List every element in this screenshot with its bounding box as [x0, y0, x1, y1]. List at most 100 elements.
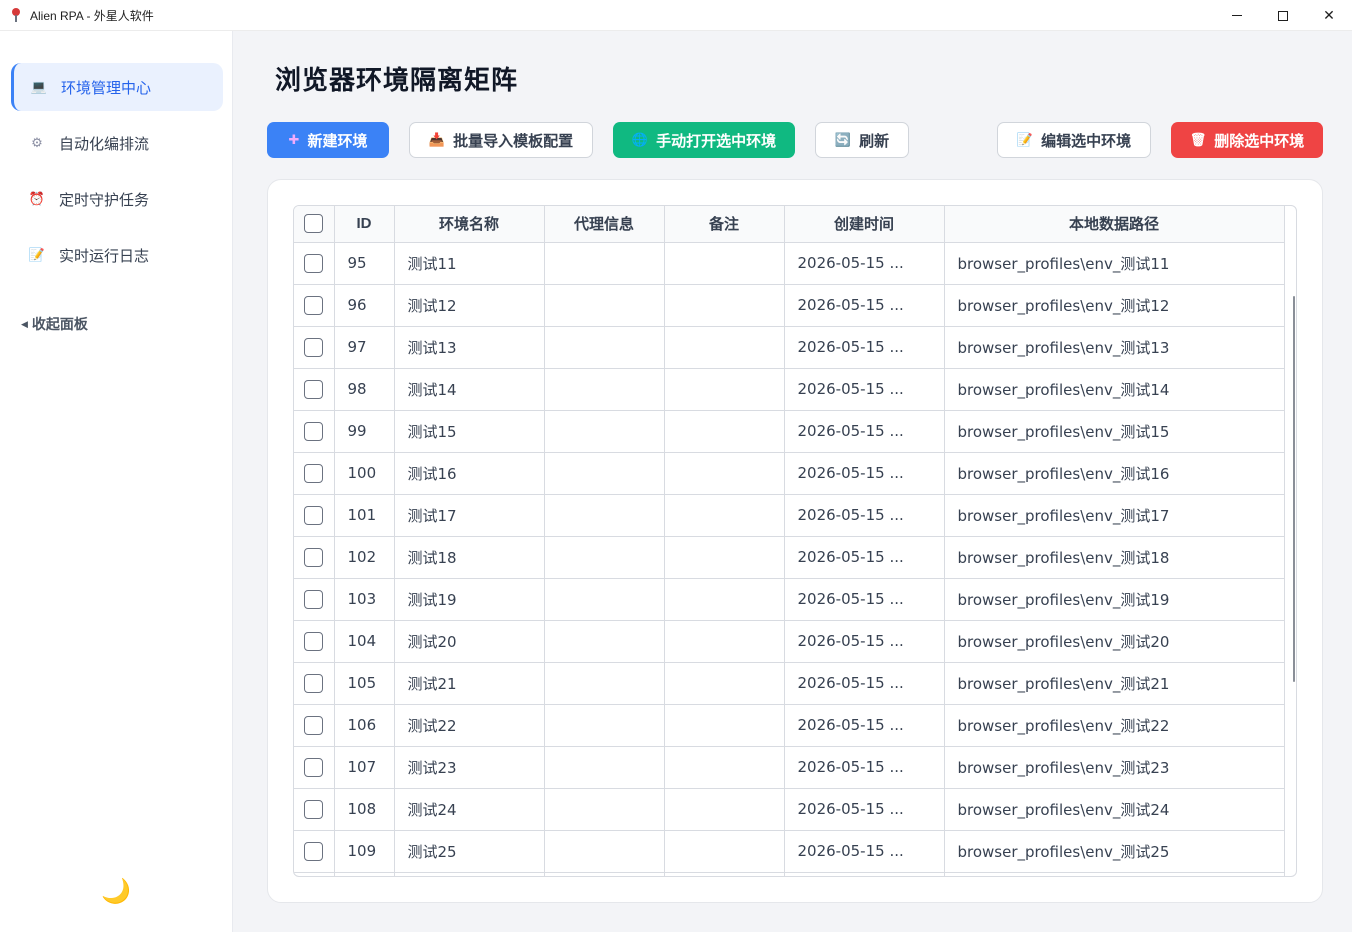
column-header-name[interactable]: 环境名称	[394, 206, 545, 243]
row-select-checkbox[interactable]	[294, 494, 335, 537]
checkbox-box[interactable]	[304, 547, 324, 567]
checkbox-box[interactable]	[304, 673, 324, 693]
close-icon: ✕	[1323, 7, 1335, 23]
cell-name: 测试12	[394, 284, 545, 327]
row-select-checkbox[interactable]	[294, 368, 335, 411]
cell-id: 99	[334, 410, 395, 453]
edit-memo-icon: 📝	[1016, 132, 1034, 147]
row-select-checkbox[interactable]	[294, 242, 335, 285]
bulk-import-button[interactable]: 📥 批量导入模板配置	[409, 122, 593, 158]
table-row[interactable]: 105 测试21 2026-05-15 ... browser_profiles\en…	[294, 662, 1285, 705]
table-row[interactable]: 107 测试23 2026-05-15 ... browser_profiles\en…	[294, 746, 1285, 789]
row-select-checkbox[interactable]	[294, 620, 335, 663]
maximize-button[interactable]	[1260, 0, 1306, 31]
table-row[interactable]: 97 测试13 2026-05-15 ... browser_profiles\env…	[294, 326, 1285, 369]
close-button[interactable]: ✕	[1306, 0, 1352, 31]
row-select-checkbox[interactable]	[294, 578, 335, 621]
checkbox-box[interactable]	[304, 253, 324, 273]
column-header-proxy[interactable]: 代理信息	[544, 206, 665, 243]
cell-name: 测试18	[394, 536, 545, 579]
checkbox-box[interactable]	[304, 421, 324, 441]
column-header-id[interactable]: ID	[334, 206, 395, 243]
cell-name: 测试24	[394, 788, 545, 831]
cell-note	[664, 536, 785, 579]
column-header-path[interactable]: 本地数据路径	[944, 206, 1285, 243]
minimize-button[interactable]	[1214, 0, 1260, 31]
cell-created: 2026-05-15 ...	[784, 746, 945, 789]
column-header-created[interactable]: 创建时间	[784, 206, 945, 243]
table-row[interactable]: 95 测试11 2026-05-15 ... browser_profiles\env…	[294, 242, 1285, 285]
cell-note	[664, 368, 785, 411]
theme-toggle-moon-icon[interactable]: 🌙	[101, 877, 131, 907]
sidebar-item-scheduled-tasks[interactable]: ⏰ 定时守护任务	[11, 175, 223, 223]
cell-id: 98	[334, 368, 395, 411]
row-select-checkbox[interactable]	[294, 662, 335, 705]
row-select-checkbox[interactable]	[294, 704, 335, 747]
table-row[interactable]: 102 测试18 2026-05-15 ... browser_profiles\en…	[294, 536, 1285, 579]
table-scrollbar[interactable]	[1293, 296, 1295, 682]
partial-cell	[544, 872, 665, 876]
column-header-note[interactable]: 备注	[664, 206, 785, 243]
checkbox-box[interactable]	[304, 757, 324, 777]
cell-id: 96	[334, 284, 395, 327]
row-select-checkbox[interactable]	[294, 410, 335, 453]
cell-created: 2026-05-15 ...	[784, 452, 945, 495]
table-row[interactable]: 100 测试16 2026-05-15 ... browser_profiles\en…	[294, 452, 1285, 495]
select-all-checkbox[interactable]	[294, 206, 335, 243]
edit-selected-label: 编辑选中环境	[1041, 132, 1132, 150]
minimize-icon	[1232, 15, 1242, 16]
sidebar-item-runtime-logs[interactable]: 📝 实时运行日志	[11, 231, 223, 279]
alarm-clock-icon: ⏰	[28, 191, 46, 206]
checkbox-box[interactable]	[304, 379, 324, 399]
cell-path: browser_profiles\env_测试25	[944, 830, 1285, 873]
checkbox-box[interactable]	[304, 715, 324, 735]
checkbox-box[interactable]	[304, 337, 324, 357]
checkbox-box[interactable]	[304, 295, 324, 315]
table-row[interactable]: 101 测试17 2026-05-15 ... browser_profiles\en…	[294, 494, 1285, 537]
table-row[interactable]: 98 测试14 2026-05-15 ... browser_profiles\env…	[294, 368, 1285, 411]
cell-created: 2026-05-15 ...	[784, 704, 945, 747]
table-row[interactable]: 106 测试22 2026-05-15 ... browser_profiles\en…	[294, 704, 1285, 747]
checkbox-box[interactable]	[304, 589, 324, 609]
table-header-row: ID 环境名称 代理信息 备注 创建时间 本地数据路径	[294, 206, 1285, 243]
row-select-checkbox[interactable]	[294, 326, 335, 369]
row-select-checkbox[interactable]	[294, 830, 335, 873]
cell-path: browser_profiles\env_测试11	[944, 242, 1285, 285]
row-select-checkbox[interactable]	[294, 788, 335, 831]
checkbox-box[interactable]	[304, 214, 324, 234]
checkbox-box[interactable]	[304, 505, 324, 525]
new-environment-button[interactable]: ✚ 新建环境	[267, 122, 389, 158]
edit-selected-button[interactable]: 📝 编辑选中环境	[997, 122, 1151, 158]
cell-note	[664, 662, 785, 705]
cell-created: 2026-05-15 ...	[784, 494, 945, 537]
cell-path: browser_profiles\env_测试14	[944, 368, 1285, 411]
sidebar-item-env-management[interactable]: 💻 环境管理中心	[11, 63, 223, 111]
row-select-checkbox[interactable]	[294, 536, 335, 579]
cell-proxy	[544, 830, 665, 873]
cell-proxy	[544, 326, 665, 369]
table-row[interactable]: 108 测试24 2026-05-15 ... browser_profiles\en…	[294, 788, 1285, 831]
table-row[interactable]: 99 测试15 2026-05-15 ... browser_profiles\env…	[294, 410, 1285, 453]
checkbox-box[interactable]	[304, 463, 324, 483]
open-selected-button[interactable]: 🌐 手动打开选中环境	[613, 122, 795, 158]
refresh-button[interactable]: 🔄 刷新	[815, 122, 909, 158]
table-row[interactable]: 96 测试12 2026-05-15 ... browser_profiles\env…	[294, 284, 1285, 327]
cell-proxy	[544, 746, 665, 789]
cell-path: browser_profiles\env_测试13	[944, 326, 1285, 369]
cell-note	[664, 704, 785, 747]
row-select-checkbox[interactable]	[294, 452, 335, 495]
checkbox-box[interactable]	[304, 631, 324, 651]
laptop-icon: 💻	[30, 79, 48, 94]
cell-created: 2026-05-15 ...	[784, 410, 945, 453]
checkbox-box[interactable]	[304, 799, 324, 819]
row-select-checkbox[interactable]	[294, 284, 335, 327]
delete-selected-button[interactable]: 🗑 删除选中环境	[1171, 122, 1323, 158]
table-row[interactable]: 104 测试20 2026-05-15 ... browser_profiles\en…	[294, 620, 1285, 663]
collapse-panel-button[interactable]: ◀ 收起面板	[21, 314, 88, 334]
table-row[interactable]: 109 测试25 2026-05-15 ... browser_profiles\en…	[294, 830, 1285, 873]
row-select-checkbox[interactable]	[294, 746, 335, 789]
sidebar-item-automation-flow[interactable]: ⚙ 自动化编排流	[11, 119, 223, 167]
checkbox-box[interactable]	[304, 841, 324, 861]
cell-path: browser_profiles\env_测试20	[944, 620, 1285, 663]
table-row[interactable]: 103 测试19 2026-05-15 ... browser_profiles\en…	[294, 578, 1285, 621]
